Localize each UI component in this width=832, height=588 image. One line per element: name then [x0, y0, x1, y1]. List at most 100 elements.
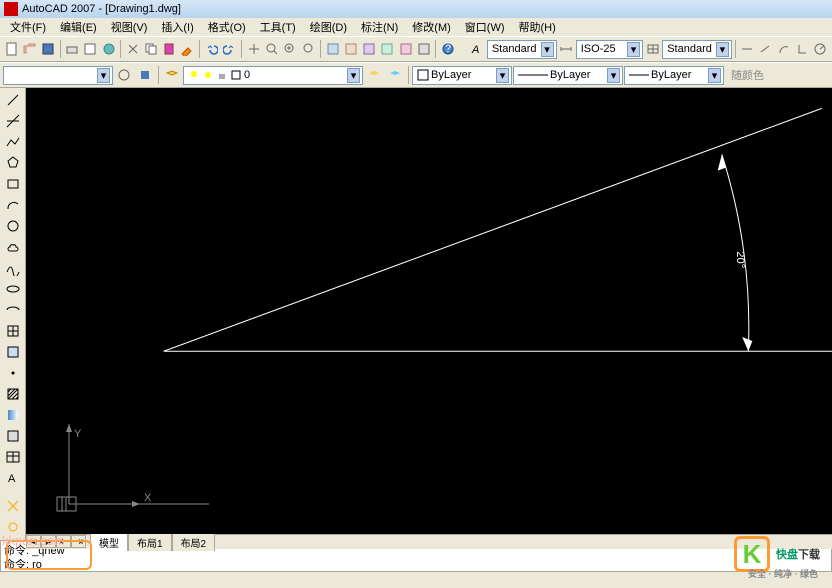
quickcalc-button[interactable] [415, 39, 432, 59]
save-button[interactable] [39, 39, 56, 59]
app-icon [4, 2, 18, 16]
color-swatch-icon [230, 69, 242, 81]
match-properties-button[interactable] [179, 39, 196, 59]
text-style-combo[interactable]: Standard▾ [487, 40, 557, 59]
publish-button[interactable] [100, 39, 117, 59]
cut-button[interactable] [124, 39, 141, 59]
polygon-button[interactable] [3, 153, 23, 173]
tab-layout2[interactable]: 布局2 [172, 533, 216, 551]
dim-aligned-button[interactable] [757, 39, 774, 59]
menu-file[interactable]: 文件(F) [4, 18, 52, 36]
table-style-icon[interactable] [644, 39, 661, 59]
color-value: ByLayer [431, 69, 471, 81]
menubar: 文件(F) 编辑(E) 视图(V) 插入(I) 格式(O) 工具(T) 绘图(D… [0, 18, 832, 36]
tool-palettes-button[interactable] [360, 39, 377, 59]
kkpan-watermark: kkpan.com [2, 533, 65, 548]
table-style-value: Standard [667, 43, 712, 55]
layer-combo[interactable]: 0 ▾ [183, 66, 363, 85]
sheet-set-button[interactable] [379, 39, 396, 59]
make-block-button[interactable] [3, 342, 23, 362]
revcloud-button[interactable] [3, 237, 23, 257]
xline-button[interactable] [3, 111, 23, 131]
text-style-icon[interactable]: A [469, 39, 486, 59]
dim-style-icon[interactable] [558, 39, 575, 59]
help-button[interactable]: ? [439, 39, 456, 59]
line-button[interactable] [3, 90, 23, 110]
linetype-value: ByLayer [550, 69, 590, 81]
linetype-combo[interactable]: ByLayer ▾ [513, 66, 623, 85]
menu-draw[interactable]: 绘图(D) [304, 18, 353, 36]
layer-manager-button[interactable] [162, 65, 182, 85]
canvas-wrap: 20° X Y ◂ ▸ ⇤ ⇥ 模型 [26, 88, 832, 540]
tab-model[interactable]: 模型 [90, 533, 128, 551]
standard-toolbar: ? A Standard▾ ISO-25▾ Standard▾ [0, 36, 832, 62]
menu-dimension[interactable]: 标注(N) [355, 18, 404, 36]
dim-style-combo[interactable]: ISO-25▾ [576, 40, 643, 59]
dropdown-arrow-icon: ▾ [541, 42, 554, 57]
menu-view[interactable]: 视图(V) [105, 18, 154, 36]
point-button[interactable] [3, 363, 23, 383]
region-button[interactable] [3, 426, 23, 446]
circle-button[interactable] [3, 216, 23, 236]
workspace-settings-button[interactable] [114, 65, 134, 85]
lineweight-combo[interactable]: ByLayer ▾ [624, 66, 724, 85]
hatch-button[interactable] [3, 384, 23, 404]
open-button[interactable] [21, 39, 38, 59]
scroll-last-button[interactable]: ⇥ [71, 535, 86, 548]
dim-ordinate-button[interactable] [793, 39, 810, 59]
mtext-button[interactable]: A [3, 468, 23, 488]
new-button[interactable] [3, 39, 20, 59]
layer-previous-button[interactable] [364, 65, 384, 85]
tab-layout1[interactable]: 布局1 [128, 533, 172, 551]
dim-style-value: ISO-25 [581, 43, 616, 55]
command-input-line[interactable]: 命令: ro [4, 556, 828, 570]
table-style-combo[interactable]: Standard▾ [662, 40, 732, 59]
layer-states-button[interactable] [385, 65, 405, 85]
workspace-combo[interactable]: ▾ [3, 66, 113, 85]
ellipse-button[interactable] [3, 279, 23, 299]
arc-button[interactable] [3, 195, 23, 215]
copy-button[interactable] [142, 39, 159, 59]
snap-from-button[interactable] [3, 496, 23, 516]
rectangle-button[interactable] [3, 174, 23, 194]
menu-tools[interactable]: 工具(T) [254, 18, 302, 36]
color-combo[interactable]: ByLayer ▾ [412, 66, 512, 85]
drawing-content: 20° [26, 88, 832, 534]
zoom-previous-button[interactable] [300, 39, 317, 59]
menu-window[interactable]: 窗口(W) [459, 18, 511, 36]
markup-button[interactable] [397, 39, 414, 59]
table-button[interactable] [3, 447, 23, 467]
dropdown-arrow-icon: ▾ [347, 68, 360, 83]
menu-format[interactable]: 格式(O) [202, 18, 252, 36]
dim-linear-button[interactable] [739, 39, 756, 59]
design-center-button[interactable] [342, 39, 359, 59]
menu-modify[interactable]: 修改(M) [406, 18, 457, 36]
pline-button[interactable] [3, 132, 23, 152]
dim-arc-button[interactable] [775, 39, 792, 59]
print-button[interactable] [64, 39, 81, 59]
properties-toolbar: ▾ 0 ▾ ByLayer ▾ ByLayer ▾ ByLayer ▾ 随颜色 [0, 62, 832, 88]
line-sample-icon [518, 71, 548, 79]
undo-button[interactable] [203, 39, 220, 59]
redo-button[interactable] [221, 39, 238, 59]
zoom-realtime-button[interactable] [263, 39, 280, 59]
dropdown-arrow-icon: ▾ [97, 68, 110, 83]
line-sample-icon [629, 71, 649, 79]
menu-edit[interactable]: 编辑(E) [54, 18, 103, 36]
pan-button[interactable] [245, 39, 262, 59]
workspace-save-button[interactable] [135, 65, 155, 85]
ellipse-arc-button[interactable] [3, 300, 23, 320]
spline-button[interactable] [3, 258, 23, 278]
print-preview-button[interactable] [82, 39, 99, 59]
dim-radius-button[interactable] [812, 39, 829, 59]
insert-block-button[interactable] [3, 321, 23, 341]
drawing-canvas[interactable]: 20° X Y [26, 88, 832, 534]
zoom-window-button[interactable] [282, 39, 299, 59]
paste-button[interactable] [161, 39, 178, 59]
draw-toolbar: A [0, 88, 26, 540]
gradient-button[interactable] [3, 405, 23, 425]
lineweight-value: ByLayer [651, 69, 691, 81]
menu-insert[interactable]: 插入(I) [155, 18, 199, 36]
properties-button[interactable] [324, 39, 341, 59]
menu-help[interactable]: 帮助(H) [513, 18, 562, 36]
